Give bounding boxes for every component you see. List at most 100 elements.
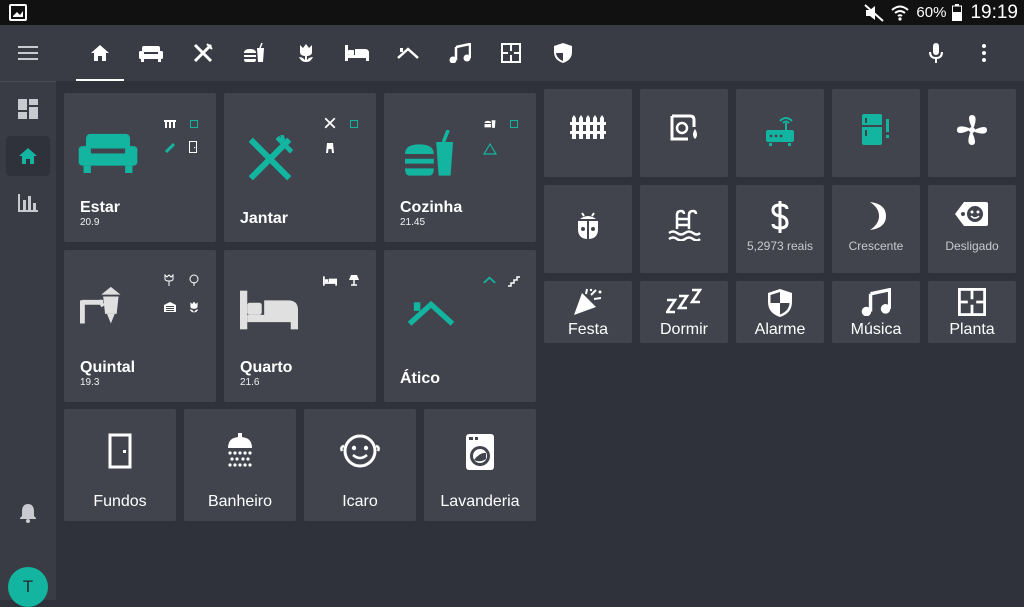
room-card-jantar[interactable]: Jantar [224,93,376,242]
tab-musica[interactable] [436,25,484,81]
cutlery-icon [248,135,294,181]
heater-icon [164,120,176,128]
tulip-icon [164,274,174,286]
sidebar-item-history[interactable] [6,183,50,223]
scene-musica[interactable]: Música [832,281,920,343]
status-bar: 60% 19:19 [0,0,1024,25]
room-name: Icaro [342,493,378,510]
bed-icon [240,290,298,330]
scene-dormir[interactable]: Dormir [640,281,728,343]
strip-light-icon [165,143,175,153]
tile-fan[interactable] [928,89,1016,177]
room-card-icaro[interactable]: Icaro [304,409,416,521]
tile-tag[interactable]: Desligado [928,185,1016,273]
sidebar-item-dashboard[interactable] [6,89,50,129]
room-card-fundos[interactable]: Fundos [64,409,176,521]
scene-name: Música [850,321,902,338]
room-name: Jantar [240,210,289,227]
home-icon [91,45,109,61]
food-icon [244,43,264,62]
room-name: Ático [400,370,440,387]
tile-moon[interactable]: Crescente [832,185,920,273]
room-temperature: 19.3 [80,377,100,388]
roof-small-icon [483,276,496,284]
room-card-cozinha[interactable]: Cozinha 21.45 [384,93,536,242]
router-icon [766,117,794,146]
washing-machine-icon [466,434,494,470]
floorplan-icon [501,43,521,63]
room-card-estar[interactable]: Estar 20.9 [64,93,216,242]
tab-cozinha[interactable] [230,25,278,81]
tab-estar[interactable] [127,25,175,81]
bug-icon [578,212,598,239]
tile-water-meter[interactable] [640,89,728,177]
tab-seguranca[interactable] [539,25,587,81]
room-card-banheiro[interactable]: Banheiro [184,409,296,521]
tab-jantar[interactable] [179,25,227,81]
room-card-quintal[interactable]: Quintal 19.3 [64,250,216,402]
tile-fridge[interactable] [832,89,920,177]
fan-icon [957,115,987,145]
tag-status: Desligado [945,239,999,253]
chart-icon [18,194,38,212]
door-icon [189,141,197,153]
tab-quintal[interactable] [282,25,330,81]
scene-name: Dormir [660,321,708,338]
music-icon [449,43,471,63]
garden-lamp-icon [80,286,121,324]
menu-button[interactable] [8,33,48,73]
stairs-icon [508,276,520,287]
clock: 19:19 [970,1,1018,23]
tab-home[interactable] [76,25,124,81]
avatar[interactable]: T [8,567,48,607]
room-name: Quintal [80,359,136,376]
room-card-atico[interactable]: Ático [384,250,536,402]
scene-alarme[interactable]: Alarme [736,281,824,343]
room-name: Estar [80,199,121,216]
notifications-button[interactable] [6,493,50,533]
room-name: Fundos [93,493,147,510]
garage-icon [164,302,176,312]
baby-face-icon [340,434,380,468]
scene-festa[interactable]: Festa [544,281,632,343]
food-icon [405,130,453,176]
fence-icon [570,115,606,139]
tile-currency[interactable]: 5,2973 reais [736,185,824,273]
bed-icon [345,45,369,61]
shield-icon [768,289,792,317]
currency-value: 5,2973 reais [746,239,814,253]
room-card-quarto[interactable]: Quarto 21.6 [224,250,376,402]
voice-button[interactable] [912,25,960,81]
scene-planta[interactable]: Planta [928,281,1016,343]
tab-planta[interactable] [487,25,535,81]
sleep-icon [666,288,702,314]
room-temperature: 21.6 [240,377,260,388]
tile-fence[interactable] [544,89,632,177]
tag-face-icon [955,202,988,226]
flower-icon [299,44,313,62]
room-card-lavanderia[interactable]: Lavanderia [424,409,536,521]
tree-icon [189,274,199,286]
cutlery-small-icon [324,117,336,129]
more-button[interactable] [960,25,1008,81]
tile-router[interactable] [736,89,824,177]
more-vertical-icon [982,44,986,62]
bed-small-icon [323,276,337,286]
party-popper-icon [574,288,602,315]
scene-name: Planta [949,321,995,338]
scene-name: Alarme [754,321,806,338]
floorplan-icon [958,288,986,316]
tile-bug[interactable] [544,185,632,273]
battery-icon [952,4,963,21]
cutlery-icon [193,43,213,63]
room-name: Cozinha [400,199,463,216]
sensor-icon [190,120,198,128]
tab-quarto[interactable] [333,25,381,81]
tab-atico[interactable] [384,25,432,81]
door-icon [108,433,132,469]
sidebar-item-home[interactable] [6,136,50,176]
tile-pool[interactable] [640,185,728,273]
scene-name: Festa [567,321,608,338]
top-tabs [56,25,1024,81]
music-icon [861,288,891,316]
